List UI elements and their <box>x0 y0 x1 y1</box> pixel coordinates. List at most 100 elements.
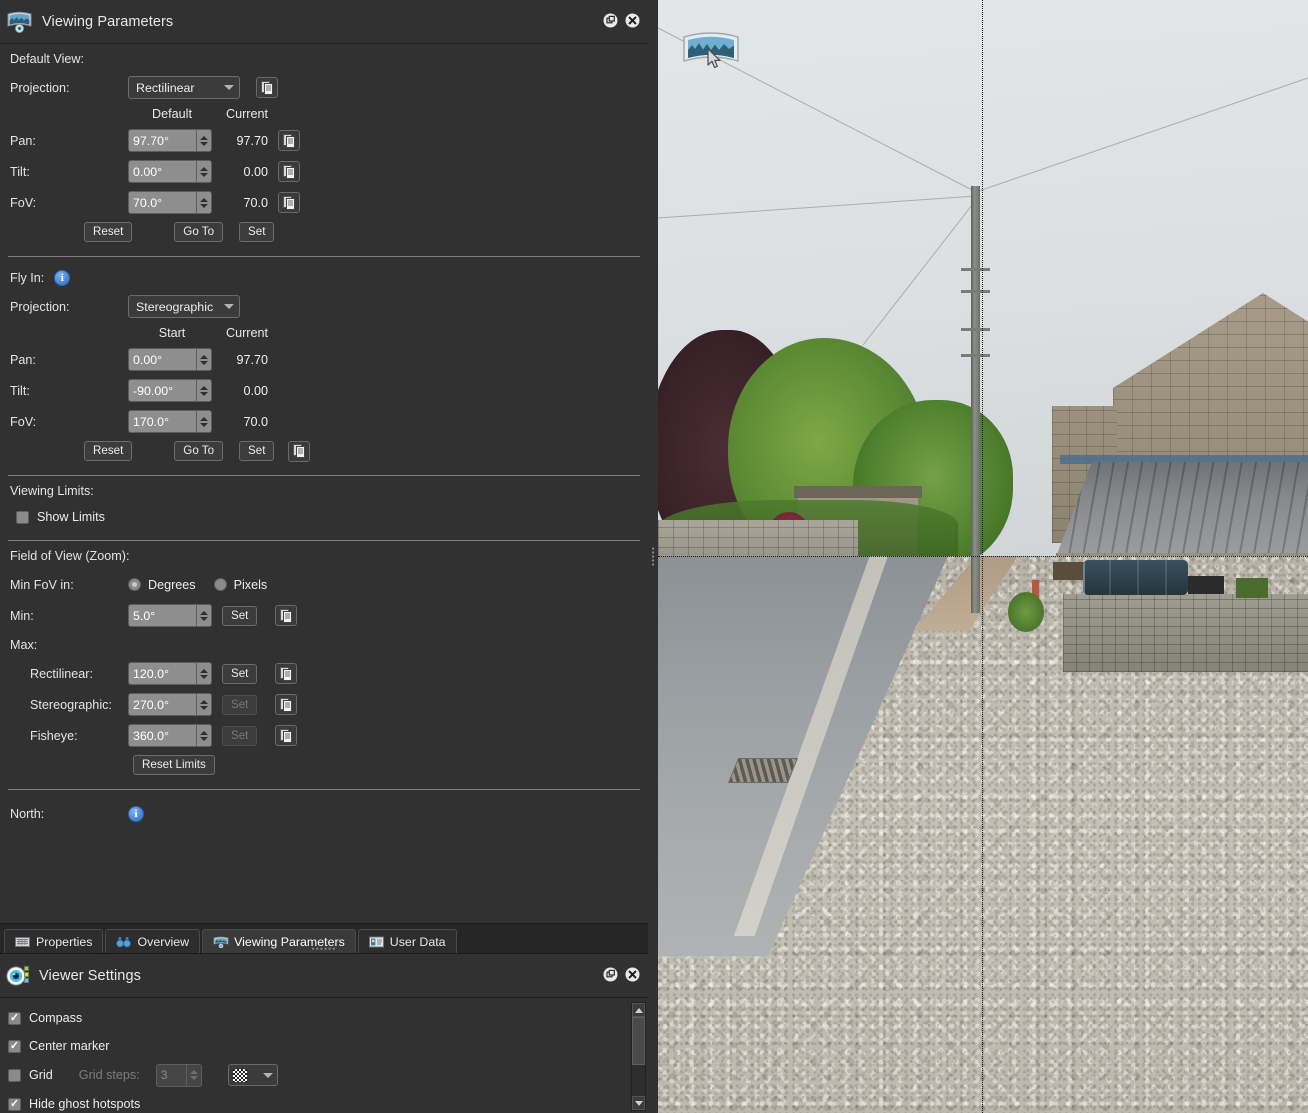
setting-center-marker-row[interactable]: ✓ Center marker <box>8 1032 640 1060</box>
degrees-radio[interactable] <box>128 578 141 591</box>
viewing-limits-section: Viewing Limits: Show Limits <box>8 476 640 541</box>
setting-hide-ghost-hotspots-row[interactable]: ✓ Hide ghost hotspots <box>8 1090 640 1113</box>
default-reset-button[interactable]: Reset <box>84 222 133 242</box>
default-projection-label: Projection: <box>10 80 70 95</box>
fly-in-header-row: Fly In: i <box>8 265 640 291</box>
default-tilt-stepper[interactable]: 0.00° <box>128 160 216 183</box>
max-stereographic-copy-button[interactable] <box>275 694 298 715</box>
min-fov-spin-arrows[interactable] <box>196 604 212 627</box>
default-tilt-copy-button[interactable] <box>278 161 300 182</box>
viewer-settings-body: ✓ Compass ✓ Center marker Grid Grid step… <box>0 998 648 1113</box>
flyin-set-button[interactable]: Set <box>239 441 275 461</box>
float-panel-button[interactable] <box>603 13 618 28</box>
max-fisheye-spin-arrows[interactable] <box>196 724 212 747</box>
north-label: North: <box>10 806 45 821</box>
flyin-pan-stepper[interactable]: 0.00° <box>128 348 216 371</box>
close-panel-button[interactable] <box>625 13 640 28</box>
max-rectilinear-stepper[interactable]: 120.0° <box>128 662 216 685</box>
flyin-pan-spin-arrows[interactable] <box>196 348 212 371</box>
flyin-fov-stepper[interactable]: 170.0° <box>128 410 216 433</box>
scroll-up-button[interactable] <box>632 1003 645 1017</box>
flyin-reset-button[interactable]: Reset <box>84 441 133 461</box>
show-limits-checkbox[interactable] <box>16 510 29 524</box>
default-tilt-spin-arrows[interactable] <box>196 160 212 183</box>
default-projection-row: Projection: Rectilinear <box>8 72 640 103</box>
barn-roof <box>1056 462 1308 557</box>
max-fisheye-row: Fisheye: 360.0° Set <box>8 720 640 751</box>
grid-style-select[interactable] <box>227 1064 278 1086</box>
panel-title: Viewer Settings <box>39 967 141 984</box>
default-set-button[interactable]: Set <box>239 222 275 242</box>
setting-grid-row[interactable]: Grid Grid steps: 3 <box>8 1060 640 1090</box>
flyin-fov-spin-arrows[interactable] <box>196 410 212 433</box>
scroll-down-button[interactable] <box>632 1096 645 1110</box>
grid-steps-label: Grid steps: <box>78 1068 140 1082</box>
min-fov-set-button[interactable]: Set <box>222 605 258 626</box>
viewing-limits-label: Viewing Limits: <box>10 484 94 498</box>
panorama-viewport[interactable] <box>658 0 1308 1113</box>
grid-checkbox[interactable] <box>8 1068 21 1082</box>
flyin-projection-select[interactable]: Stereographic <box>128 295 240 318</box>
tab-user-data[interactable]: User Data <box>357 929 457 953</box>
hide-ghost-hotspots-checkbox[interactable]: ✓ <box>8 1097 21 1111</box>
default-fov-copy-button[interactable] <box>278 192 300 213</box>
max-stereographic-spin-arrows[interactable] <box>196 693 212 716</box>
default-fov-input[interactable]: 70.0° <box>128 191 196 214</box>
scrollbar-thumb[interactable] <box>632 1017 645 1065</box>
flyin-pan-input[interactable]: 0.00° <box>128 348 196 371</box>
setting-compass-row[interactable]: ✓ Compass <box>8 1004 640 1032</box>
flyin-tilt-stepper[interactable]: -90.00° <box>128 379 216 402</box>
checker-pattern-swatch <box>232 1068 247 1082</box>
flyin-copy-button[interactable] <box>288 440 311 462</box>
pixels-radio[interactable] <box>213 578 227 591</box>
float-panel-button[interactable] <box>603 967 618 982</box>
default-pan-copy-button[interactable] <box>278 130 300 151</box>
default-projection-copy-button[interactable] <box>256 77 278 98</box>
info-icon[interactable]: i <box>54 270 71 286</box>
flyin-fov-input[interactable]: 170.0° <box>128 410 196 433</box>
hide-ghost-hotspots-label: Hide ghost hotspots <box>29 1097 141 1111</box>
tab-overview[interactable]: Overview <box>105 929 201 953</box>
flyin-projection-value: Stereographic <box>136 299 214 314</box>
pole-crossarm <box>961 354 990 357</box>
max-fisheye-stepper[interactable]: 360.0° <box>128 724 216 747</box>
close-panel-button[interactable] <box>625 967 640 982</box>
panel-splitter[interactable]: ▪ ▪ ▪ ▪ ▪ <box>648 0 658 1113</box>
binoculars-icon <box>116 936 132 948</box>
default-pan-row: Pan: 97.70° 97.70 <box>8 125 640 156</box>
default-pan-spin-arrows[interactable] <box>196 129 212 152</box>
max-rectilinear-set-button[interactable]: Set <box>222 663 258 684</box>
compass-checkbox[interactable]: ✓ <box>8 1011 21 1025</box>
center-marker-checkbox[interactable]: ✓ <box>8 1039 21 1053</box>
max-fisheye-input[interactable]: 360.0° <box>128 724 196 747</box>
viewer-settings-scrollbar[interactable] <box>631 1002 646 1111</box>
max-rectilinear-input[interactable]: 120.0° <box>128 662 196 685</box>
info-icon[interactable]: i <box>128 805 144 822</box>
reset-limits-button[interactable]: Reset Limits <box>133 755 215 775</box>
default-pan-input[interactable]: 97.70° <box>128 129 196 152</box>
default-pan-stepper[interactable]: 97.70° <box>128 129 216 152</box>
panel-resize-grip[interactable]: •••••• <box>312 944 337 954</box>
min-fov-input[interactable]: 5.0° <box>128 604 196 627</box>
default-goto-button[interactable]: Go To <box>174 222 224 242</box>
max-fisheye-copy-button[interactable] <box>275 725 298 746</box>
default-projection-select[interactable]: Rectilinear <box>128 76 240 99</box>
flyin-tilt-input[interactable]: -90.00° <box>128 379 196 402</box>
min-fov-stepper[interactable]: 5.0° <box>128 604 216 627</box>
show-limits-row[interactable]: Show Limits <box>8 504 640 530</box>
default-fov-current: 70.0 <box>243 195 268 210</box>
default-fov-stepper[interactable]: 70.0° <box>128 191 216 214</box>
oil-tank <box>1083 560 1188 595</box>
max-rectilinear-spin-arrows[interactable] <box>196 662 212 685</box>
min-fov-copy-button[interactable] <box>275 605 298 626</box>
flyin-tilt-spin-arrows[interactable] <box>196 379 212 402</box>
right-stone-wall <box>1063 594 1308 672</box>
max-stereographic-input[interactable]: 270.0° <box>128 693 196 716</box>
default-fov-spin-arrows[interactable] <box>196 191 212 214</box>
flyin-goto-button[interactable]: Go To <box>174 441 224 461</box>
scrollbar-track[interactable] <box>632 1017 645 1096</box>
tab-properties[interactable]: Properties <box>4 929 104 953</box>
default-tilt-input[interactable]: 0.00° <box>128 160 196 183</box>
max-rectilinear-copy-button[interactable] <box>275 663 298 684</box>
max-stereographic-stepper[interactable]: 270.0° <box>128 693 216 716</box>
